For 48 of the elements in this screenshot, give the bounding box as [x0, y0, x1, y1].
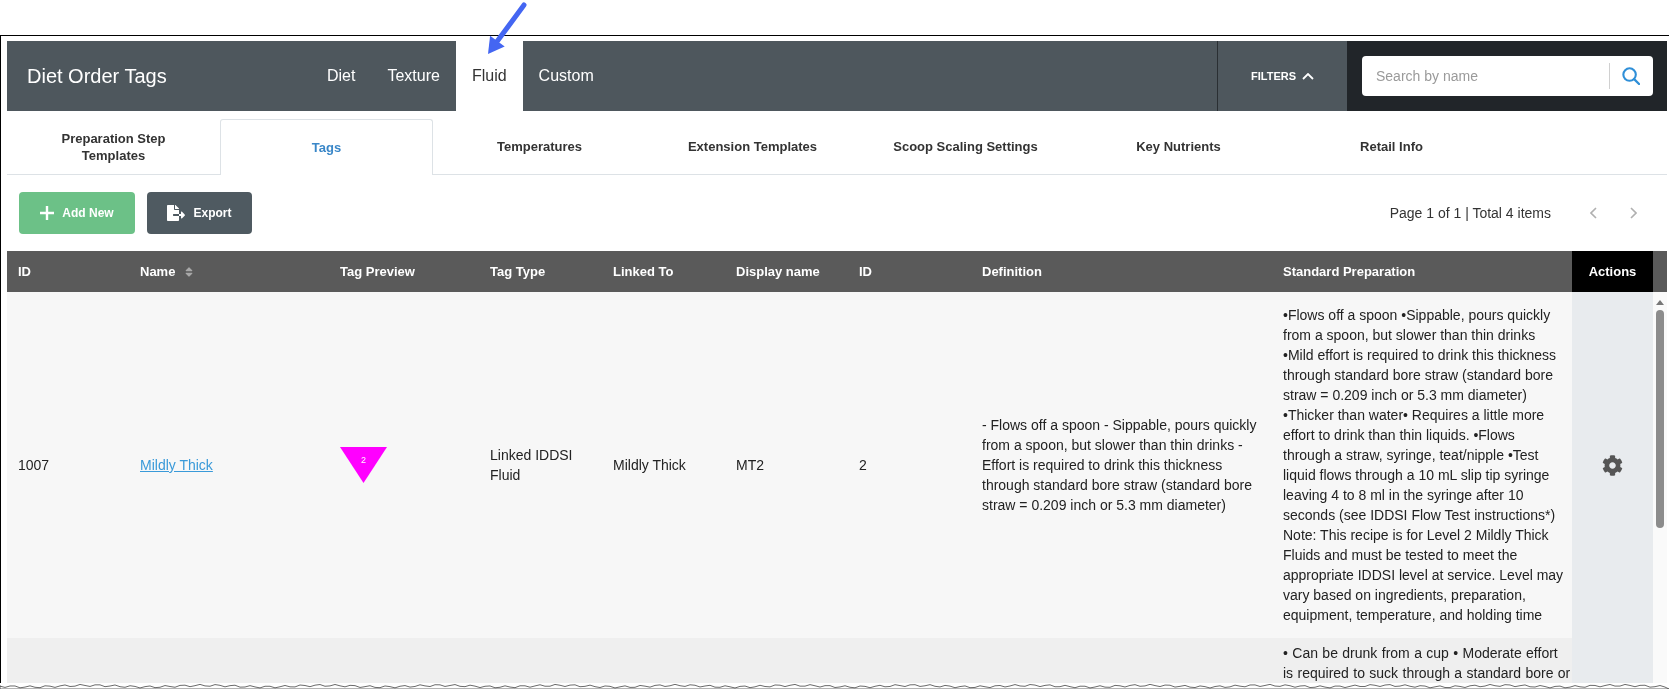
definition-text: - Flows off a spoon - Sippable, pours quickly from a spoon, but slower than thin drinks - Effort is required to drink this thickness through standard bore straw (standard bore straw = 0.209 inch or 5.3 mm diameter) [982, 416, 1258, 515]
preparation-text: •Flows off a spoon •Sippable, pours quickly from a spoon, but slower than thin drinks [1283, 306, 1552, 345]
scrollbar-thumb[interactable] [1656, 310, 1664, 528]
column-header: Linked To [613, 262, 674, 281]
column-header: Name [140, 262, 176, 281]
plus-icon [40, 206, 55, 220]
scroll-up-arrow-icon[interactable] [1656, 300, 1664, 305]
preparation-text: • Can be drunk from a cup • Moderate effort is required to suck through a standard bore or [1283, 644, 1572, 683]
section-tab[interactable]: Key Nutrients [1072, 119, 1285, 174]
column-header: ID [18, 262, 31, 281]
chevron-left-icon [1589, 207, 1597, 219]
nav-tab[interactable]: Diet [311, 41, 372, 111]
column-header: ID [859, 262, 872, 281]
pagination-text: Page 1 of 1 | Total 4 items [1389, 203, 1551, 223]
table-cell-text: MT2 [736, 456, 764, 475]
column-header: Tag Type [490, 262, 546, 281]
search-button[interactable] [1609, 56, 1653, 96]
section-tab[interactable]: Scoop Scaling Settings [859, 119, 1072, 174]
chevron-right-icon [1629, 207, 1637, 219]
tag-preview-badge: 2 [340, 447, 387, 483]
table-cell-text: 1007 [18, 456, 50, 475]
nav-tab[interactable]: Texture [371, 41, 456, 111]
section-tab[interactable]: Temperatures [433, 119, 646, 174]
settings-icon[interactable] [1602, 454, 1623, 476]
section-tab[interactable]: Tags [220, 119, 433, 175]
section-tab[interactable]: Retail Info [1285, 119, 1498, 174]
column-header: Display name [736, 262, 820, 281]
column-header: Definition [982, 262, 1042, 281]
app-title: Diet Order Tags [27, 64, 167, 89]
sort-icon[interactable] [185, 265, 194, 278]
scrollbar[interactable] [1653, 292, 1667, 683]
nav-tab[interactable]: Fluid [455, 41, 523, 111]
search-field[interactable]: Search by name [1362, 56, 1609, 96]
column-header: Actions [1572, 251, 1653, 292]
column-header: Tag Preview [340, 262, 415, 281]
table-cell-text: Linked IDDSI Fluid [490, 446, 574, 485]
preparation-text: •Mild effort is required to drink this thickness through standard bore straw (standard bore straw = 0.209 inch or 5.3 mm diameter) [1283, 346, 1558, 405]
preparation-text: Note: This recipe is for Level 2 Mildly Thick Fluids and must be tested to meet the appropriate IDDSI level at service. Level may vary based on ingredients, preparation, equipment, temperature, and holding time [1283, 526, 1565, 625]
column-header: Standard Preparation [1283, 262, 1416, 281]
file-export-icon [167, 205, 186, 221]
export-button[interactable]: Export [147, 192, 252, 234]
section-tab[interactable]: Extension Templates [646, 119, 859, 174]
table-cell-text: Mildly Thick [613, 456, 686, 475]
nav-tab[interactable]: Custom [522, 41, 610, 111]
table-cell-text: 2 [859, 456, 867, 475]
search-icon [1622, 67, 1640, 85]
preparation-text: •Thicker than water• Requires a little more effort to drink than thin liquids. •Flows through a straw, syringe, teat/nipple •Test liquid flows through a 10 mL slip tip syringe leaving 4 to 8 ml in the syringe after 10 seconds (see IDDSI Flow Test instructions*) [1283, 406, 1557, 525]
section-tab[interactable]: Preparation Step Templates [7, 119, 220, 174]
